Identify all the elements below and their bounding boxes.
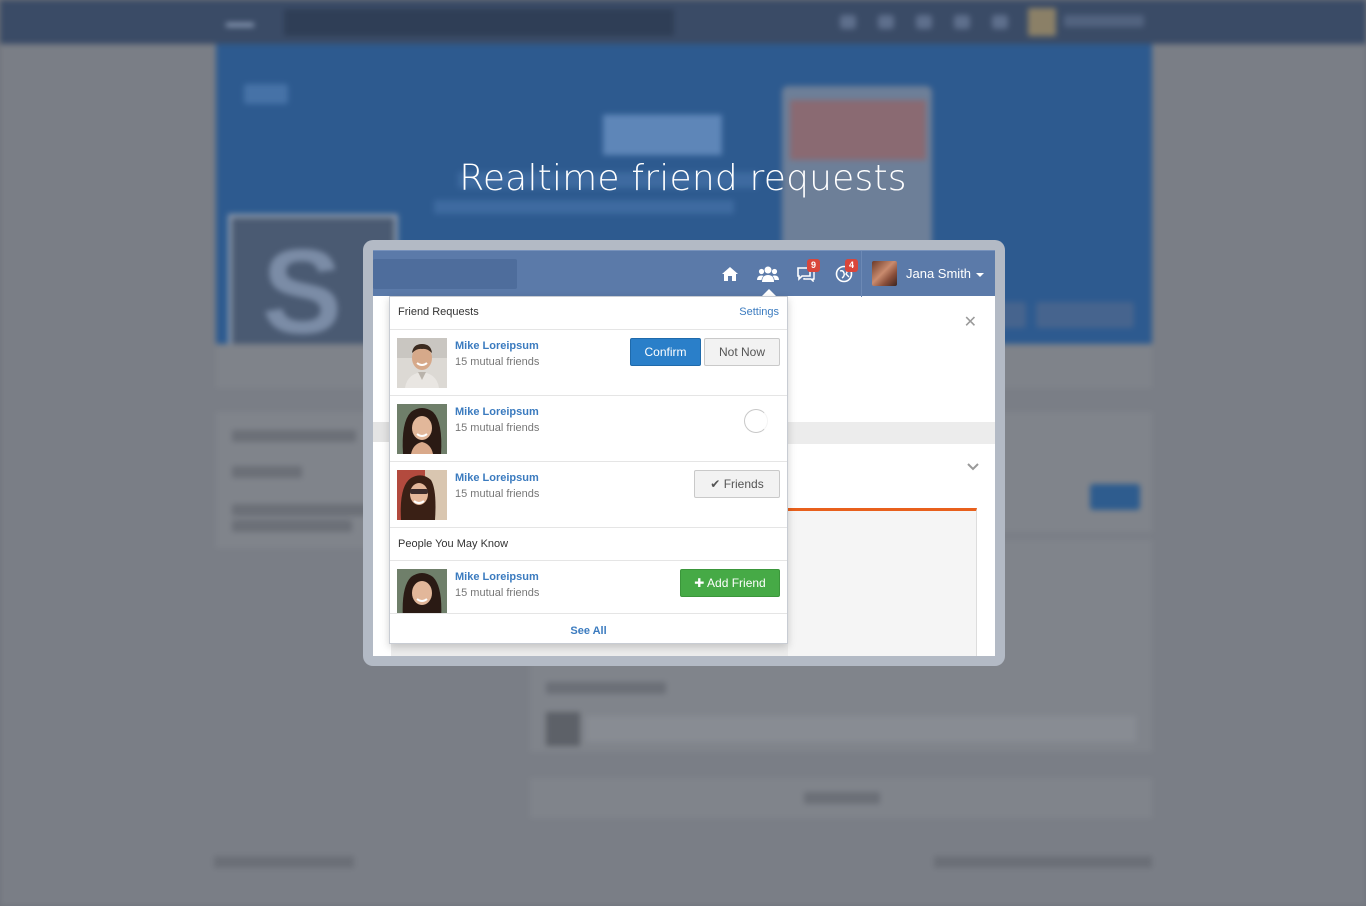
suggestions-title: People You May Know xyxy=(398,538,509,550)
background-line xyxy=(232,504,372,516)
plus-icon: ✚ xyxy=(694,576,705,590)
check-icon: ✔ xyxy=(710,477,721,491)
friend-name[interactable]: Mike Loreipsum xyxy=(455,571,539,583)
navbar: 9 4 Jana Smith xyxy=(373,250,995,297)
avatar[interactable] xyxy=(872,261,897,286)
background-camera-icon xyxy=(244,84,288,104)
avatar[interactable] xyxy=(397,569,447,614)
suggestion-item: Mike Loreipsum 15 mutual friends ✚ Add F… xyxy=(390,561,787,614)
background-cover-button xyxy=(1036,302,1134,328)
background-footer-left xyxy=(214,856,354,868)
friend-name[interactable]: Mike Loreipsum xyxy=(455,406,539,418)
dropdown-header: Friend Requests Settings xyxy=(390,297,787,330)
friend-request-item: Mike Loreipsum 15 mutual friends ✔ Frien… xyxy=(390,462,787,528)
headline: Realtime friend requests xyxy=(459,158,907,199)
friends-icon[interactable] xyxy=(757,263,779,285)
background-line xyxy=(232,520,352,532)
background-home-icon xyxy=(840,15,856,29)
mutual-friends: 15 mutual friends xyxy=(455,422,540,434)
friends-button[interactable]: ✔ Friends xyxy=(694,470,780,498)
background-icon xyxy=(916,15,932,29)
background-line xyxy=(232,466,302,478)
chevron-down-icon[interactable] xyxy=(967,458,979,474)
friend-request-item: Mike Loreipsum 15 mutual friends xyxy=(390,396,787,462)
suggestions-header: People You May Know xyxy=(390,528,787,561)
background-comment-avatar xyxy=(546,712,580,746)
not-now-button[interactable]: Not Now xyxy=(704,338,780,366)
home-icon[interactable] xyxy=(719,263,741,285)
settings-link[interactable]: Settings xyxy=(739,306,779,318)
background-likes xyxy=(546,682,666,694)
caret-down-icon[interactable] xyxy=(976,273,984,277)
background-post-button xyxy=(1090,484,1140,510)
friends-button-label: Friends xyxy=(723,477,764,491)
user-name[interactable]: Jana Smith xyxy=(906,266,971,281)
add-friend-label: Add Friend xyxy=(707,576,766,590)
confirm-button[interactable]: Confirm xyxy=(630,338,701,366)
background-icon xyxy=(878,15,894,29)
background-icon xyxy=(954,15,970,29)
close-icon[interactable]: ✕ xyxy=(964,312,977,332)
avatar[interactable] xyxy=(397,470,447,520)
dropdown-footer: See All xyxy=(390,614,787,647)
friend-name[interactable]: Mike Loreipsum xyxy=(455,472,539,484)
mutual-friends: 15 mutual friends xyxy=(455,488,540,500)
notifications-badge: 4 xyxy=(845,259,858,272)
background-line xyxy=(232,430,356,442)
dropdown-pointer xyxy=(762,289,776,296)
friend-requests-dropdown: Friend Requests Settings Mike Loreipsum … xyxy=(389,296,788,644)
friend-name[interactable]: Mike Loreipsum xyxy=(455,340,539,352)
background-profile-logo: S xyxy=(262,225,343,359)
background-brand: ▇▇▇▇ xyxy=(604,112,721,154)
mutual-friends: 15 mutual friends xyxy=(455,587,540,599)
background-topbar xyxy=(0,0,1366,44)
add-friend-button[interactable]: ✚ Add Friend xyxy=(680,569,780,597)
background-search xyxy=(284,9,674,36)
background-comment-input xyxy=(586,716,1136,742)
background-logo: ▬▬ xyxy=(226,14,254,30)
see-all-link[interactable]: See All xyxy=(390,625,787,637)
background-subtitle xyxy=(434,200,734,214)
content-card xyxy=(788,444,995,656)
avatar[interactable] xyxy=(397,338,447,388)
dropdown-title: Friend Requests xyxy=(398,306,479,318)
background-more-label xyxy=(804,792,880,804)
messages-badge: 9 xyxy=(807,259,820,272)
app-screen: ✕ 9 4 Jana Smith Friend Requests Setting… xyxy=(373,250,995,656)
messages-icon[interactable]: 9 xyxy=(795,259,820,285)
notifications-icon[interactable]: 4 xyxy=(833,259,858,285)
background-icon xyxy=(992,15,1008,29)
avatar[interactable] xyxy=(397,404,447,454)
search-input[interactable] xyxy=(373,259,517,289)
content-card: ✕ xyxy=(788,296,995,422)
background-username xyxy=(1064,15,1144,27)
background-phone-image xyxy=(790,100,926,160)
background-footer-right xyxy=(934,856,1152,868)
loading-spinner xyxy=(744,409,768,433)
background-avatar xyxy=(1028,8,1056,36)
mutual-friends: 15 mutual friends xyxy=(455,356,540,368)
navbar-divider xyxy=(861,251,862,297)
content-card-body xyxy=(788,508,977,656)
friend-request-item: Mike Loreipsum 15 mutual friends Confirm… xyxy=(390,330,787,396)
